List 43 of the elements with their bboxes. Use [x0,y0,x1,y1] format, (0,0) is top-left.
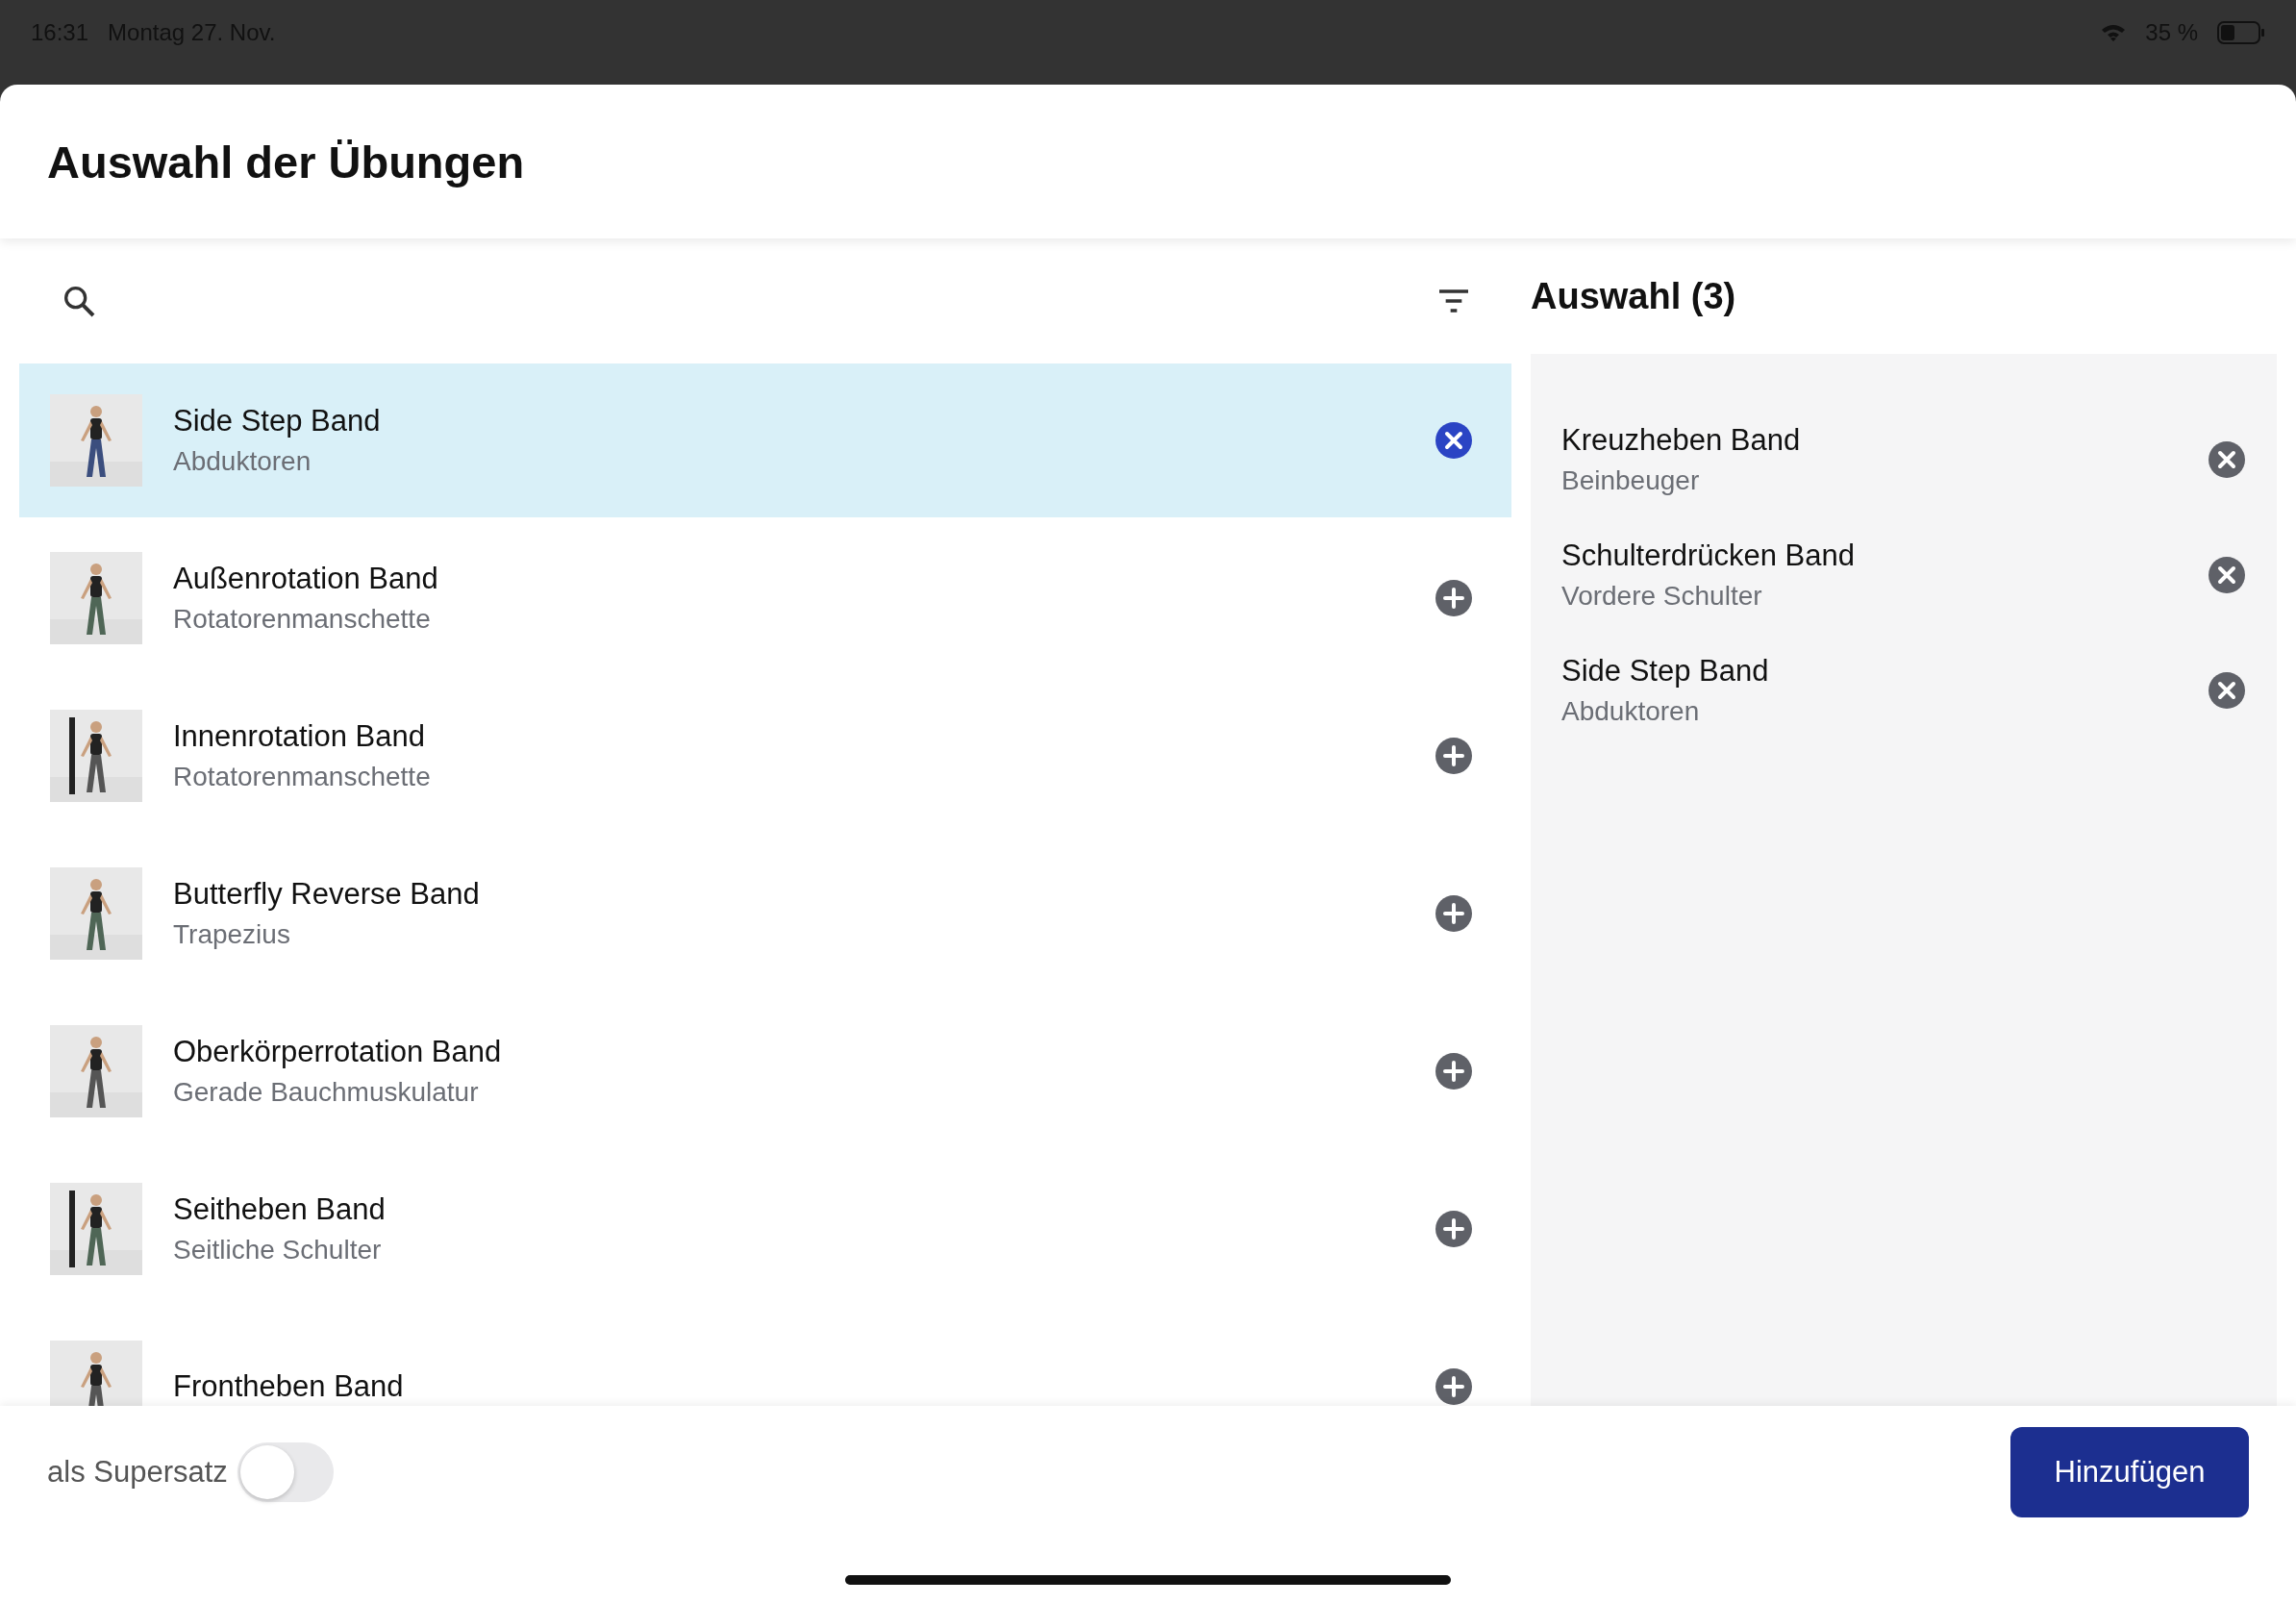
exercise-muscle: Gerade Bauchmuskulatur [173,1077,480,1108]
exercise-row[interactable]: Innenrotation Band Rotatorenmanschette [19,679,1511,833]
exercise-muscle: Rotatorenmanschette [173,762,432,792]
add-icon [1435,894,1473,933]
remove-icon [1435,421,1473,460]
add-button[interactable]: Hinzufügen [2010,1427,2249,1517]
exercise-name: Oberkörperrotation Band [173,1035,503,1069]
exercise-name: Innenrotation Band [173,719,426,754]
selection-title: Auswahl (3) [1531,275,1736,317]
remove-icon [2208,440,2246,479]
battery-icon [2217,21,2265,44]
selected-exercise-name: Kreuzheben Band [1561,423,1802,458]
exercise-row[interactable]: Butterfly Reverse Band Trapezius [19,837,1511,990]
exercise-muscle: Rotatorenmanschette [173,604,432,635]
selected-exercise-name: Side Step Band [1561,654,1770,689]
selected-exercise-muscle: Vordere Schulter [1561,581,1763,612]
remove-icon [2208,671,2246,710]
exercise-row[interactable]: Außenrotation Band Rotatorenmanschette [19,521,1511,675]
exercise-muscle: Seitliche Schulter [173,1235,383,1266]
exercise-row[interactable]: Oberkörperrotation Band Gerade Bauchmuskulatur [19,994,1511,1148]
wifi-icon [2101,23,2127,42]
selected-exercise-name: Schulterdrücken Band [1561,539,1857,573]
exercise-name: Side Step Band [173,404,382,439]
exercise-name: Frontheben Band [173,1369,405,1404]
exercise-row[interactable]: Seitheben Band Seitliche Schulter [19,1152,1511,1306]
add-icon [1435,737,1473,775]
remove-icon [2208,556,2246,594]
superset-label: als Supersatz [47,1455,228,1490]
remove-button[interactable] [2208,440,2246,479]
selected-exercise-muscle: Abduktoren [1561,696,1701,727]
add-icon [1435,1052,1473,1090]
add-icon [1435,1210,1473,1248]
add-icon [1435,579,1473,617]
selected-exercise-muscle: Beinbeuger [1561,465,1701,496]
exercise-muscle: Trapezius [173,919,291,950]
exercise-row[interactable]: Side Step Band Abduktoren [19,363,1511,517]
exercise-muscle: Abduktoren [173,446,312,477]
exercise-name: Außenrotation Band [173,562,439,596]
sheet-title: Auswahl der Übungen [47,135,525,188]
exercise-name: Seitheben Band [173,1192,387,1227]
remove-button[interactable] [2208,671,2246,710]
exercise-name: Butterfly Reverse Band [173,877,481,912]
remove-button[interactable] [2208,556,2246,594]
